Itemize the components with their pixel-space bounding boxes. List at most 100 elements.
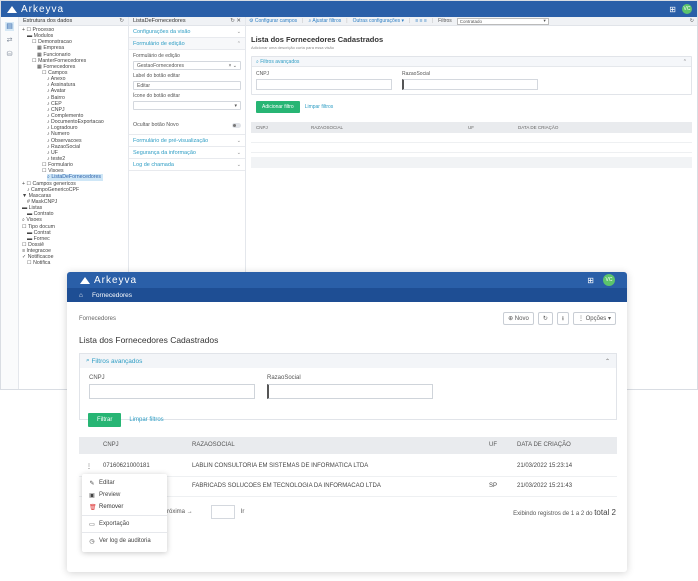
- config-fields-button[interactable]: ⚙ Configurar campos: [249, 18, 297, 24]
- col-razaosocial[interactable]: RAZAOSOCIAL: [192, 442, 235, 448]
- structure-icon[interactable]: ▤: [5, 22, 14, 31]
- more-icon: ⋮: [577, 316, 584, 322]
- refresh-icon[interactable]: ↻: [690, 18, 694, 24]
- menu-edit[interactable]: ✎ Editar: [82, 477, 167, 489]
- options-button[interactable]: ⋮ Opções ▾: [572, 312, 616, 325]
- edit-icon-select[interactable]: ▾: [133, 101, 241, 110]
- field-edit-label: Label do botão editar Editar: [129, 70, 245, 90]
- filters-title: Filtros avançados: [260, 58, 300, 65]
- field-value: Editar: [137, 82, 151, 89]
- avatar[interactable]: VC: [603, 274, 615, 286]
- filter-select[interactable]: Contratado ▾: [456, 17, 549, 25]
- tree-item-label: ♪ Observacoes: [47, 137, 82, 144]
- hide-new-toggle[interactable]: [232, 122, 241, 128]
- tree-list: + ☐ Processo ▬ Modulos ☐ Demonstracao ▦ Emp…: [19, 26, 128, 266]
- col-uf[interactable]: UF: [489, 442, 497, 448]
- preview-card: Arkeyva ⊞ VC ⌂ Fornecedores Fornecedores…: [67, 272, 627, 572]
- edit-form-select[interactable]: GestaoFornecedores × ⌄: [133, 61, 241, 70]
- adjust-filters-button[interactable]: ⌕ Ajustar filtros: [308, 18, 341, 24]
- other-config-button[interactable]: Outras configurações ▾: [353, 18, 404, 24]
- acc-edit-form[interactable]: Formulário de edição ⌃: [129, 38, 245, 50]
- preview-actions: ⊕ Novo ↻ ⭳ ⋮ Opções ▾: [503, 312, 616, 325]
- acc-label: Configurações da visão: [133, 28, 191, 35]
- col-uf[interactable]: UF: [468, 125, 474, 130]
- select-value: Contratado: [459, 18, 483, 24]
- grid-icon[interactable]: ⊞: [587, 276, 594, 285]
- filter-button[interactable]: Filtrar: [88, 413, 122, 427]
- clear-filters-link[interactable]: Limpar filtros: [305, 104, 334, 110]
- col-cnpj[interactable]: CNPJ: [103, 442, 119, 448]
- editor-topbar: Arkeyva ⊞ VC: [1, 1, 697, 17]
- tree-item-label: ♪ Numero: [47, 131, 70, 138]
- clock-icon: ◷: [89, 538, 95, 545]
- razaosocial-input[interactable]: [402, 79, 538, 90]
- col-date[interactable]: DATA DE CRIAÇÃO: [517, 442, 571, 448]
- avatar[interactable]: VC: [682, 4, 692, 14]
- menu-export[interactable]: ▭ Exportação: [82, 518, 167, 530]
- grid-icon[interactable]: ⊞: [669, 5, 676, 14]
- preview-topbar: Arkeyva ⊞ VC: [67, 272, 627, 288]
- refresh-button[interactable]: ↻: [537, 312, 553, 325]
- home-icon[interactable]: ⌂: [79, 292, 83, 299]
- tree-item-label: ☐ Tipo docum: [22, 223, 55, 230]
- row-menu-icon[interactable]: ⋮: [86, 463, 92, 470]
- align-icons[interactable]: ≡ ≡ ≡: [415, 18, 427, 24]
- edit-label-input[interactable]: Editar: [133, 81, 241, 90]
- col-razaosocial[interactable]: RAZAOSOCIAL: [311, 125, 343, 130]
- trash-icon: 🗑: [89, 504, 97, 511]
- field-label: Formulário de edição: [133, 53, 180, 59]
- col-date[interactable]: DATA DE CRIAÇÃO: [518, 125, 558, 130]
- breadcrumb[interactable]: Fornecedores: [79, 316, 116, 322]
- cnpj-input[interactable]: [89, 384, 255, 399]
- list-subtitle[interactable]: Adicionar uma descrição curta para essa …: [251, 45, 697, 50]
- editor-table-header: CNPJ RAZAOSOCIAL UF DATA DE CRIAÇÃO: [251, 122, 692, 133]
- next-page-button[interactable]: Próxima →: [163, 509, 193, 515]
- table-footer: [251, 157, 692, 168]
- tree-item[interactable]: ☐ Notifica: [22, 260, 128, 266]
- menu-divider: [82, 532, 167, 533]
- menu-remove[interactable]: 🗑 Remover: [82, 501, 167, 513]
- refresh-icon[interactable]: ↻ ✕: [230, 18, 241, 24]
- tree-item-label: ☐ Demonstracao: [32, 39, 72, 46]
- field-edit-form: Formulário de edição GestaoFornecedores ×…: [129, 50, 245, 70]
- advanced-filters: ⌕ Filtros avançados ⌃ CNPJ RazaoSocial: [79, 353, 617, 420]
- nav-fornecedores[interactable]: Fornecedores: [92, 292, 132, 299]
- acc-call-log[interactable]: Log de chamada ⌄: [129, 159, 245, 171]
- pagination: Próxima → Ir: [163, 505, 244, 519]
- col-cnpj[interactable]: CNPJ: [256, 125, 268, 130]
- clear-filters-link[interactable]: Limpar filtros: [129, 417, 163, 423]
- advanced-filters-header[interactable]: ⌕ Filtros avançados ⌃: [252, 57, 691, 67]
- tree-item-label: ▬ Contrat: [27, 229, 51, 236]
- tree-item-label: ♪ Bairro: [47, 94, 65, 101]
- razaosocial-label: RazaoSocial: [267, 375, 301, 381]
- table-row: [251, 133, 692, 143]
- hide-new-row: Ocultar botão Novo: [129, 116, 245, 135]
- preview-nav: ⌂ Fornecedores: [67, 288, 627, 302]
- field-label: Ícone do botão editar: [133, 93, 180, 99]
- go-button[interactable]: Ir: [241, 509, 245, 515]
- share-icon[interactable]: ⇄: [5, 36, 14, 45]
- chevron-down-icon: ⌄: [236, 161, 241, 168]
- database-icon[interactable]: ⛁: [5, 50, 14, 59]
- acc-preview-form[interactable]: Formulário de pré-visualização ⌄: [129, 135, 245, 147]
- tree-item-label: # MaskCNPJ: [27, 198, 58, 205]
- app-name: Arkeyva: [94, 274, 138, 286]
- new-button[interactable]: ⊕ Novo: [503, 312, 534, 325]
- menu-audit-log[interactable]: ◷ Ver log de auditoria: [82, 535, 167, 547]
- add-filter-button[interactable]: Adicionar filtro: [256, 101, 300, 113]
- refresh-icon[interactable]: ↻: [119, 18, 124, 24]
- acc-security[interactable]: Segurança da informação ⌄: [129, 147, 245, 159]
- cell-razaosocial: FABRICADS SOLUCOES EM TECNOLOGIA DA INFO…: [192, 483, 381, 489]
- button-label: Ajustar filtros: [312, 18, 342, 24]
- download-button[interactable]: ⭳: [556, 312, 569, 325]
- menu-preview[interactable]: ▣ Preview: [82, 489, 167, 501]
- page-input[interactable]: [210, 505, 235, 519]
- advanced-filters-header[interactable]: ⌕ Filtros avançados ⌃: [80, 354, 616, 368]
- app-logo[interactable]: Arkeyva: [79, 275, 137, 286]
- chevron-up-icon: ⌃: [604, 358, 610, 365]
- razaosocial-input[interactable]: [267, 384, 433, 399]
- cnpj-input[interactable]: [256, 79, 392, 90]
- pencil-icon: ✎: [89, 480, 95, 487]
- acc-view-config[interactable]: Configurações da visão ⌄: [129, 26, 245, 38]
- app-logo[interactable]: Arkeyva: [6, 4, 64, 15]
